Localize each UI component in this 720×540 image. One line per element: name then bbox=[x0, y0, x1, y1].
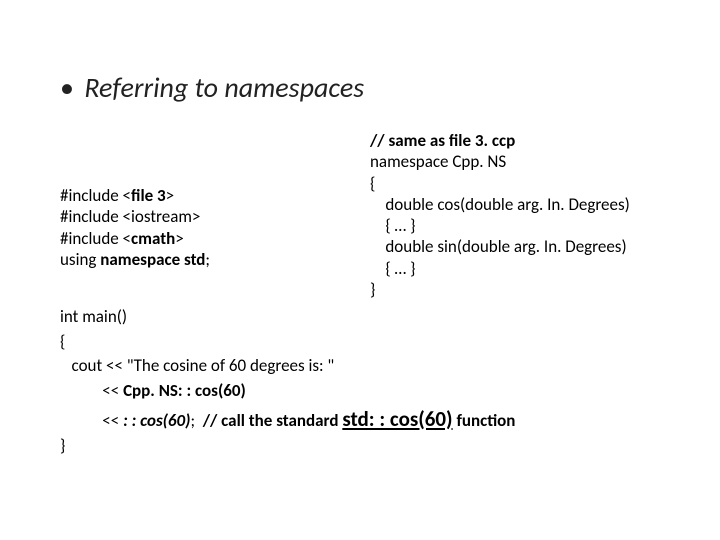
slide-title: • Referring to namespaces bbox=[60, 70, 364, 105]
include-file3-name: file 3 bbox=[131, 185, 166, 206]
main-decl: int main() bbox=[60, 306, 127, 327]
include-file3-pre: #include < bbox=[60, 185, 131, 206]
cppns-cos-call: Cpp. NS: : cos(60) bbox=[123, 380, 246, 401]
using-pre: using bbox=[60, 249, 100, 270]
right-code-block: // same as file 3. ccp namespace Cpp. NS… bbox=[370, 130, 630, 300]
sin-body: { … } bbox=[370, 258, 416, 279]
comment-same-as: // same as file 3. ccp bbox=[370, 130, 515, 151]
sin-decl: double sin(double arg. In. Degrees) bbox=[370, 236, 627, 257]
using-post: ; bbox=[205, 249, 210, 270]
include-cmath-name: cmath bbox=[131, 228, 175, 249]
include-file3-post: > bbox=[166, 185, 174, 206]
include-cmath-post: > bbox=[175, 228, 183, 249]
include-iostream: #include <iostream> bbox=[60, 206, 200, 227]
bullet-icon: • bbox=[60, 70, 78, 105]
semi: ; bbox=[190, 410, 198, 431]
title-text: Referring to namespaces bbox=[84, 70, 364, 105]
cppns-cos-pre: << bbox=[60, 380, 123, 401]
brace-close: } bbox=[370, 279, 375, 300]
slide: • Referring to namespaces #include <file… bbox=[0, 0, 720, 540]
comment-function-word: function bbox=[453, 410, 516, 431]
global-cos-call: : : cos(60) bbox=[123, 410, 190, 431]
main-code-block: int main() { cout << "The cosine of 60 d… bbox=[60, 305, 515, 459]
cos-body: { … } bbox=[370, 215, 416, 236]
std-cos-emphasis: std: : cos(60) bbox=[342, 406, 452, 432]
using-namespace-std: namespace std bbox=[100, 249, 205, 270]
cos-decl: double cos(double arg. In. Degrees) bbox=[370, 194, 630, 215]
left-code-block: #include <file 3> #include <iostream> #i… bbox=[60, 185, 210, 270]
main-close: } bbox=[60, 435, 65, 456]
comment-call-standard: // call the standard bbox=[199, 410, 342, 431]
brace-open: { bbox=[370, 173, 375, 194]
include-cmath-pre: #include < bbox=[60, 228, 131, 249]
main-open: { bbox=[60, 331, 65, 352]
std-cos-pre: << bbox=[60, 410, 123, 431]
cout-line: cout << "The cosine of 60 degrees is: " bbox=[60, 355, 334, 376]
namespace-decl: namespace Cpp. NS bbox=[370, 151, 506, 172]
